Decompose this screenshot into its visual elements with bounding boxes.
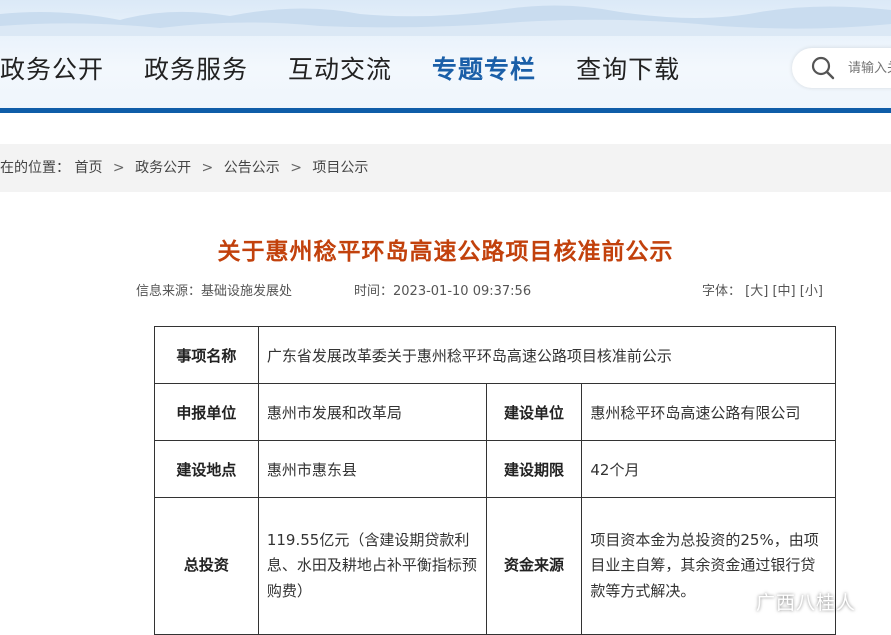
source-value: 基础设施发展处: [201, 284, 293, 299]
article-time: 时间：2023-01-10 09:37:56: [354, 280, 531, 299]
breadcrumb-announcements[interactable]: 公告公示: [224, 160, 280, 176]
breadcrumb-gov-open[interactable]: 政务公开: [135, 160, 191, 176]
table-row: 建设地点 惠州市惠东县 建设期限 42个月: [154, 440, 836, 498]
location-key: 建设地点: [154, 440, 259, 498]
project-info-table: 事项名称 广东省发展改革委关于惠州稔平环岛高速公路项目核准前公示 申报单位 惠州…: [154, 326, 837, 635]
font-label: 字体：: [702, 284, 742, 299]
search-input[interactable]: [846, 59, 891, 77]
investment-key: 总投资: [154, 497, 259, 635]
breadcrumb-home[interactable]: 首页: [74, 160, 102, 176]
item-name-value: 广东省发展改革委关于惠州稔平环岛高速公路项目核准前公示: [257, 326, 837, 384]
duration-key: 建设期限: [485, 440, 583, 498]
builder-key: 建设单位: [485, 383, 583, 441]
time-label: 时间：: [354, 284, 394, 299]
builder-value: 惠州稔平环岛高速公路有限公司: [581, 383, 836, 441]
item-name-key: 事项名称: [154, 326, 259, 384]
font-small-button[interactable]: [小]: [800, 284, 823, 299]
font-large-button[interactable]: [大]: [745, 284, 768, 299]
applicant-value: 惠州市发展和改革局: [257, 383, 487, 441]
investment-value: 119.55亿元（含建设期贷款利息、水田及耕地占补平衡指标预购费）: [257, 497, 487, 635]
source-label: 信息来源：: [136, 284, 202, 299]
time-value: 2023-01-10 09:37:56: [393, 284, 532, 299]
breadcrumb-separator: >: [112, 160, 125, 176]
applicant-key: 申报单位: [154, 383, 259, 441]
location-value: 惠州市惠东县: [257, 440, 487, 498]
search-icon[interactable]: [810, 55, 836, 81]
nav-item-gov-open[interactable]: 政务公开: [0, 50, 104, 94]
breadcrumb-project-notice[interactable]: 项目公示: [312, 160, 368, 176]
article-title: 关于惠州稔平环岛高速公路项目核准前公示: [217, 239, 674, 265]
article-source: 信息来源：基础设施发展处: [136, 280, 292, 299]
breadcrumb-separator: >: [290, 160, 302, 176]
breadcrumb: 在的位置： 首页 > 政务公开 > 公告公示 > 项目公示: [0, 144, 368, 192]
table-row: 申报单位 惠州市发展和改革局 建设单位 惠州稔平环岛高速公路有限公司: [154, 383, 836, 441]
table-row: 总投资 119.55亿元（含建设期贷款利息、水田及耕地占补平衡指标预购费） 资金…: [154, 497, 836, 635]
breadcrumb-bar: 在的位置： 首页 > 政务公开 > 公告公示 > 项目公示: [0, 144, 891, 192]
font-medium-button[interactable]: [中]: [772, 284, 795, 299]
main-nav: 政务公开 政务服务 互动交流 专题专栏 查询下载: [0, 50, 720, 94]
nav-item-query-download[interactable]: 查询下载: [576, 50, 680, 94]
search-box[interactable]: [792, 48, 891, 88]
duration-value: 42个月: [581, 440, 836, 498]
nav-underline: [0, 108, 891, 113]
nav-item-special-topics[interactable]: 专题专栏: [432, 50, 536, 94]
funding-key: 资金来源: [485, 497, 583, 635]
breadcrumb-label: 在的位置：: [0, 160, 70, 176]
table-row: 事项名称 广东省发展改革委关于惠州稔平环岛高速公路项目核准前公示: [154, 326, 837, 384]
breadcrumb-separator: >: [201, 160, 214, 176]
nav-item-interaction[interactable]: 互动交流: [288, 50, 392, 94]
watermark: 广西八桂人: [756, 592, 857, 614]
font-size-control: 字体： [大] [中] [小]: [702, 280, 823, 299]
nav-item-gov-service[interactable]: 政务服务: [144, 50, 248, 94]
cloud-decoration: [0, 5, 891, 36]
